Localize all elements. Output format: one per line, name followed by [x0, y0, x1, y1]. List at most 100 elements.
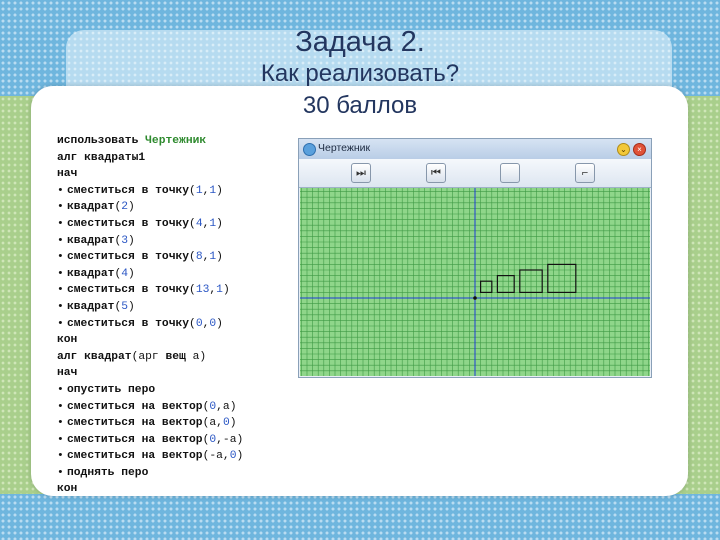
code-token: квадрат	[67, 267, 115, 280]
run-button[interactable]: ⏭	[351, 163, 371, 183]
drawer-window: Чертежник ⌄ × ⏭ ⏮ ⌐	[298, 138, 652, 378]
code-token: алг	[57, 350, 85, 363]
window-titlebar[interactable]: Чертежник ⌄ ×	[299, 139, 651, 159]
code-token: (	[189, 184, 196, 197]
code-token: (	[189, 251, 196, 264]
code-token: квадраты1	[84, 151, 146, 164]
code-token: сместиться на вектор	[67, 433, 203, 446]
code-token: алг	[57, 151, 85, 164]
code-token: нач	[57, 367, 78, 380]
code-line: алг квадраты1	[57, 150, 297, 167]
close-button[interactable]: ×	[633, 143, 646, 156]
code-line: использовать Чертежник	[57, 133, 297, 150]
code-token: )	[222, 284, 230, 297]
code-token: нач	[57, 168, 78, 181]
code-token: a)	[185, 350, 207, 363]
code-bullet: •	[57, 466, 64, 479]
code-token: (-a,	[202, 450, 230, 463]
code-bullet: •	[57, 184, 64, 197]
code-token: кон	[57, 334, 78, 347]
code-line: нач	[57, 365, 297, 382]
code-bullet: •	[57, 217, 64, 230]
code-token: 8	[195, 251, 203, 264]
back-button[interactable]: ⏮	[426, 163, 446, 183]
code-token: (	[189, 217, 196, 230]
code-token: сместиться на вектор	[67, 450, 203, 463]
code-line: • сместиться на вектор(a,0)	[57, 415, 297, 432]
code-bullet: •	[57, 317, 64, 330]
code-token: )	[216, 317, 223, 330]
slide-subtitle: Как реализовать?	[260, 60, 460, 87]
code-token: Чертежник	[145, 135, 207, 147]
code-line: кон	[57, 332, 297, 349]
grid-canvas-svg	[300, 188, 650, 376]
code-token: квадрат	[67, 300, 115, 313]
background-band-bottom	[0, 494, 720, 540]
window-title: Чертежник	[318, 142, 371, 154]
code-token: )	[236, 450, 244, 463]
code-token: квадрат	[67, 201, 115, 214]
code-token: )	[128, 201, 135, 214]
slide-title: Задача 2.	[295, 26, 425, 58]
code-token: )	[229, 417, 237, 430]
code-token: 13	[195, 284, 210, 297]
code-bullet: •	[57, 417, 64, 430]
code-token: )	[216, 184, 223, 197]
code-line: • сместиться на вектор(0,-a)	[57, 432, 297, 449]
code-bullet: •	[57, 300, 64, 313]
code-token: сместиться в точку	[67, 217, 190, 230]
code-token: 2	[121, 201, 129, 214]
code-token: сместиться в точку	[67, 284, 190, 297]
code-token: сместиться в точку	[67, 251, 190, 264]
minimize-button[interactable]: ⌄	[617, 143, 630, 156]
code-line: кон	[57, 481, 297, 498]
code-token: 1	[195, 184, 203, 197]
code-token: вещ	[165, 350, 186, 363]
code-line: алг квадрат(арг вещ a)	[57, 349, 297, 366]
code-token: 5	[121, 300, 129, 313]
code-token: )	[128, 300, 135, 313]
code-token: (	[189, 317, 196, 330]
code-token: )	[128, 267, 135, 280]
code-token: использовать	[57, 135, 146, 147]
code-listing: использовать Чертежник алг квадраты1 нач • с…	[57, 133, 297, 498]
code-line: • сместиться на вектор(-a,0)	[57, 448, 297, 465]
code-bullet: •	[57, 234, 64, 247]
code-line: • квадрат(2)	[57, 199, 297, 216]
corner-button[interactable]: ⌐	[575, 163, 595, 183]
code-token: опустить перо	[67, 383, 156, 396]
code-token: )	[216, 217, 223, 230]
code-line: • сместиться в точку(13,1)	[57, 282, 297, 299]
code-bullet: •	[57, 201, 64, 214]
code-token: кон	[57, 483, 78, 496]
code-token: (	[189, 284, 196, 297]
code-bullet: •	[57, 450, 64, 463]
code-token: (a,	[202, 417, 223, 430]
code-line: • квадрат(4)	[57, 266, 297, 283]
code-line: • сместиться в точку(1,1)	[57, 183, 297, 200]
code-line: • опустить перо	[57, 382, 297, 399]
code-line: нач	[57, 166, 297, 183]
code-token: 4	[121, 267, 129, 280]
code-bullet: •	[57, 383, 64, 396]
corner-icon: ⌐	[581, 167, 589, 179]
blank-button[interactable]	[500, 163, 520, 183]
code-token: )	[128, 234, 135, 247]
code-line: • сместиться в точку(8,1)	[57, 249, 297, 266]
code-token: сместиться на вектор	[67, 400, 203, 413]
code-token: ,a)	[216, 400, 237, 413]
drawing-canvas	[300, 188, 650, 381]
code-line: • квадрат(3)	[57, 233, 297, 250]
code-token: 1	[216, 284, 223, 297]
code-bullet: •	[57, 400, 64, 413]
code-line: • сместиться на вектор(0,a)	[57, 399, 297, 416]
code-token: )	[216, 251, 223, 264]
code-token: 3	[121, 234, 129, 247]
code-token: 0	[222, 417, 230, 430]
code-token: сместиться в точку	[67, 184, 190, 197]
code-bullet: •	[57, 433, 64, 446]
code-line: • квадрат(5)	[57, 299, 297, 316]
code-bullet: •	[57, 267, 64, 280]
step-back-icon: ⏮	[431, 167, 441, 179]
code-token: квадрат	[84, 350, 132, 363]
